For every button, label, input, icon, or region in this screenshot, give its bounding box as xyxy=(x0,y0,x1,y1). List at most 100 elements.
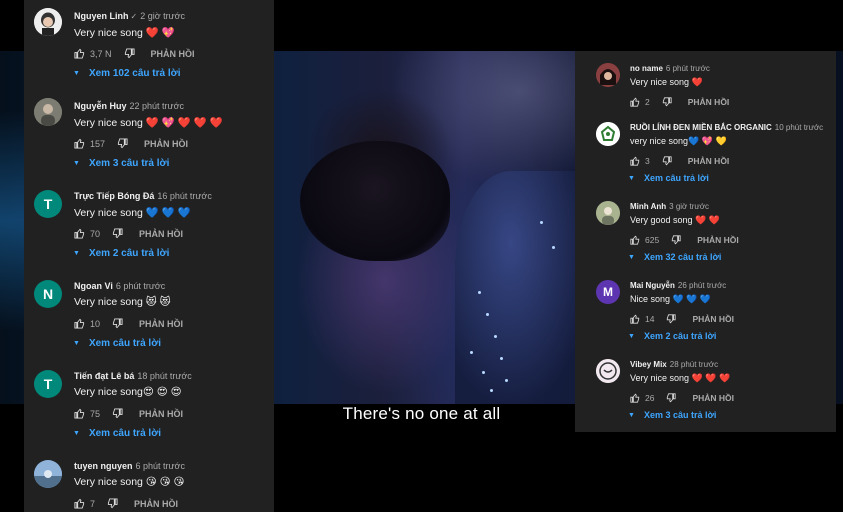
comment-actions: 3,7 N PHẢN HỒI xyxy=(74,48,195,59)
comment-time[interactable]: 22 phút trước xyxy=(130,101,184,111)
comment-author[interactable]: Ngoan Vi xyxy=(74,281,113,291)
view-replies-button[interactable]: ▼ Xem 2 câu trả lời xyxy=(73,248,169,259)
thumbs-up-icon[interactable] xyxy=(74,228,85,239)
view-replies-button[interactable]: ▼ Xem 3 câu trả lời xyxy=(73,158,169,169)
comment-text: Very nice song ❤️ 💖 ❤️ ❤️ ❤️ xyxy=(74,117,223,129)
reply-button[interactable]: PHẢN HỒI xyxy=(139,409,183,419)
thumbs-up-icon[interactable] xyxy=(630,97,640,107)
thumbs-down-icon[interactable] xyxy=(112,318,123,329)
comment-time[interactable]: 10 phút trước xyxy=(775,123,823,132)
comment-meta: Vibey Mix 28 phút trước xyxy=(630,360,718,369)
comment-author[interactable]: Nguyen Linh xyxy=(74,11,129,21)
comment-author[interactable]: Minh Anh xyxy=(630,202,666,211)
avatar[interactable] xyxy=(34,8,62,36)
comment-time[interactable]: 6 phút trước xyxy=(116,281,165,291)
reply-button[interactable]: PHẢN HỒI xyxy=(692,393,734,403)
comment-time[interactable]: 6 phút trước xyxy=(666,64,710,73)
thumbs-up-icon[interactable] xyxy=(74,498,85,509)
reply-button[interactable]: PHẢN HỒI xyxy=(144,139,188,149)
comment-meta: Trực Tiếp Bóng Đá 16 phút trước xyxy=(74,191,212,201)
view-replies-label: Xem câu trả lời xyxy=(88,428,162,439)
caret-down-icon: ▼ xyxy=(73,160,80,167)
avatar[interactable]: M xyxy=(596,280,620,304)
avatar[interactable] xyxy=(596,63,620,87)
like-count: 26 xyxy=(645,393,655,403)
comment-time[interactable]: 3 giờ trước xyxy=(669,202,709,211)
thumbs-down-icon[interactable] xyxy=(666,393,677,403)
comment-text: Very nice song 😻 😻 xyxy=(74,296,171,308)
comment-actions: 14 PHẢN HỒI xyxy=(630,314,734,324)
view-replies-button[interactable]: ▼ Xem 102 câu trả lời xyxy=(73,68,181,79)
thumbs-down-icon[interactable] xyxy=(117,138,128,149)
video-figure-jacket xyxy=(455,171,595,404)
caret-down-icon: ▼ xyxy=(628,174,635,182)
thumbs-down-icon[interactable] xyxy=(124,48,135,59)
view-replies-button[interactable]: ▼ Xem 3 câu trả lời xyxy=(628,410,716,420)
comment-meta: Ngoan Vi 6 phút trước xyxy=(74,281,165,291)
reply-button[interactable]: PHẢN HỒI xyxy=(134,499,178,509)
comment-author[interactable]: Tiến đạt Lê bá xyxy=(74,371,134,381)
thumbs-up-icon[interactable] xyxy=(74,48,85,59)
comment-time[interactable]: 18 phút trước xyxy=(137,371,191,381)
thumbs-down-icon[interactable] xyxy=(671,235,681,245)
comment-time[interactable]: 26 phút trước xyxy=(678,281,726,290)
reply-button[interactable]: PHẢN HỒI xyxy=(139,319,183,329)
view-replies-label: Xem 3 câu trả lời xyxy=(88,158,170,169)
avatar[interactable] xyxy=(596,122,620,146)
thumbs-down-icon[interactable] xyxy=(662,156,672,166)
view-replies-button[interactable]: ▼ Xem câu trả lời xyxy=(628,173,709,183)
caret-down-icon: ▼ xyxy=(73,340,80,347)
thumbs-down-icon[interactable] xyxy=(107,498,118,509)
caret-down-icon: ▼ xyxy=(73,250,80,257)
reply-button[interactable]: PHẢN HỒI xyxy=(139,229,183,239)
avatar[interactable] xyxy=(596,201,620,225)
avatar[interactable]: N xyxy=(34,280,62,308)
avatar[interactable] xyxy=(596,359,620,383)
thumbs-down-icon[interactable] xyxy=(112,408,123,419)
like-count: 625 xyxy=(645,235,660,245)
reply-button[interactable]: PHẢN HỒI xyxy=(688,97,730,107)
comment-time[interactable]: 6 phút trước xyxy=(136,461,185,471)
thumbs-up-icon[interactable] xyxy=(74,138,85,149)
like-count: 157 xyxy=(90,138,106,149)
thumbs-up-icon[interactable] xyxy=(630,393,640,403)
avatar[interactable]: T xyxy=(34,190,62,218)
thumbs-up-icon[interactable] xyxy=(630,156,640,166)
comment-author[interactable]: Vibey Mix xyxy=(630,360,667,369)
comment-time[interactable]: 28 phút trước xyxy=(670,360,718,369)
thumbs-up-icon[interactable] xyxy=(630,235,640,245)
comment-meta: RUỒI LÍNH ĐEN MIỀN BẮC ORGANIC 10 phút tr… xyxy=(630,123,823,132)
reply-button[interactable]: PHẢN HỒI xyxy=(688,156,730,166)
comment-author[interactable]: Trực Tiếp Bóng Đá xyxy=(74,191,154,201)
thumbs-up-icon[interactable] xyxy=(74,318,85,329)
reply-button[interactable]: PHẢN HỒI xyxy=(151,49,195,59)
reply-button[interactable]: PHẢN HỒI xyxy=(692,314,734,324)
view-replies-button[interactable]: ▼ Xem câu trả lời xyxy=(73,338,161,349)
comment-author[interactable]: tuyen nguyen xyxy=(74,461,133,471)
view-replies-button[interactable]: ▼ Xem câu trả lời xyxy=(73,428,161,439)
comment-author[interactable]: Nguyễn Huy xyxy=(74,101,127,111)
comment-author[interactable]: RUỒI LÍNH ĐEN MIỀN BẮC ORGANIC xyxy=(630,123,772,132)
comment-time[interactable]: 2 giờ trước xyxy=(140,11,185,21)
thumbs-up-icon[interactable] xyxy=(630,314,640,324)
comment-meta: no name 6 phút trước xyxy=(630,64,710,73)
avatar[interactable] xyxy=(34,98,62,126)
comment-time[interactable]: 16 phút trước xyxy=(157,191,211,201)
caret-down-icon: ▼ xyxy=(628,253,635,261)
reply-button[interactable]: PHẢN HỒI xyxy=(697,235,739,245)
thumbs-down-icon[interactable] xyxy=(662,97,672,107)
thumbs-up-icon[interactable] xyxy=(74,408,85,419)
view-replies-button[interactable]: ▼ Xem 32 câu trả lời xyxy=(628,252,721,262)
like-count: 10 xyxy=(90,318,101,329)
view-replies-button[interactable]: ▼ Xem 2 câu trả lời xyxy=(628,331,716,341)
thumbs-down-icon[interactable] xyxy=(666,314,677,324)
comment-author[interactable]: no name xyxy=(630,64,663,73)
avatar[interactable] xyxy=(34,460,62,488)
comment-meta: Tiến đạt Lê bá 18 phút trước xyxy=(74,371,192,381)
thumbs-down-icon[interactable] xyxy=(112,228,123,239)
caret-down-icon: ▼ xyxy=(73,70,80,77)
comment-author[interactable]: Mai Nguyễn xyxy=(630,281,675,290)
avatar[interactable]: T xyxy=(34,370,62,398)
comment-text: Very nice song ❤️ ❤️ ❤️ xyxy=(630,373,731,383)
check-icon: ✓ xyxy=(130,12,138,21)
